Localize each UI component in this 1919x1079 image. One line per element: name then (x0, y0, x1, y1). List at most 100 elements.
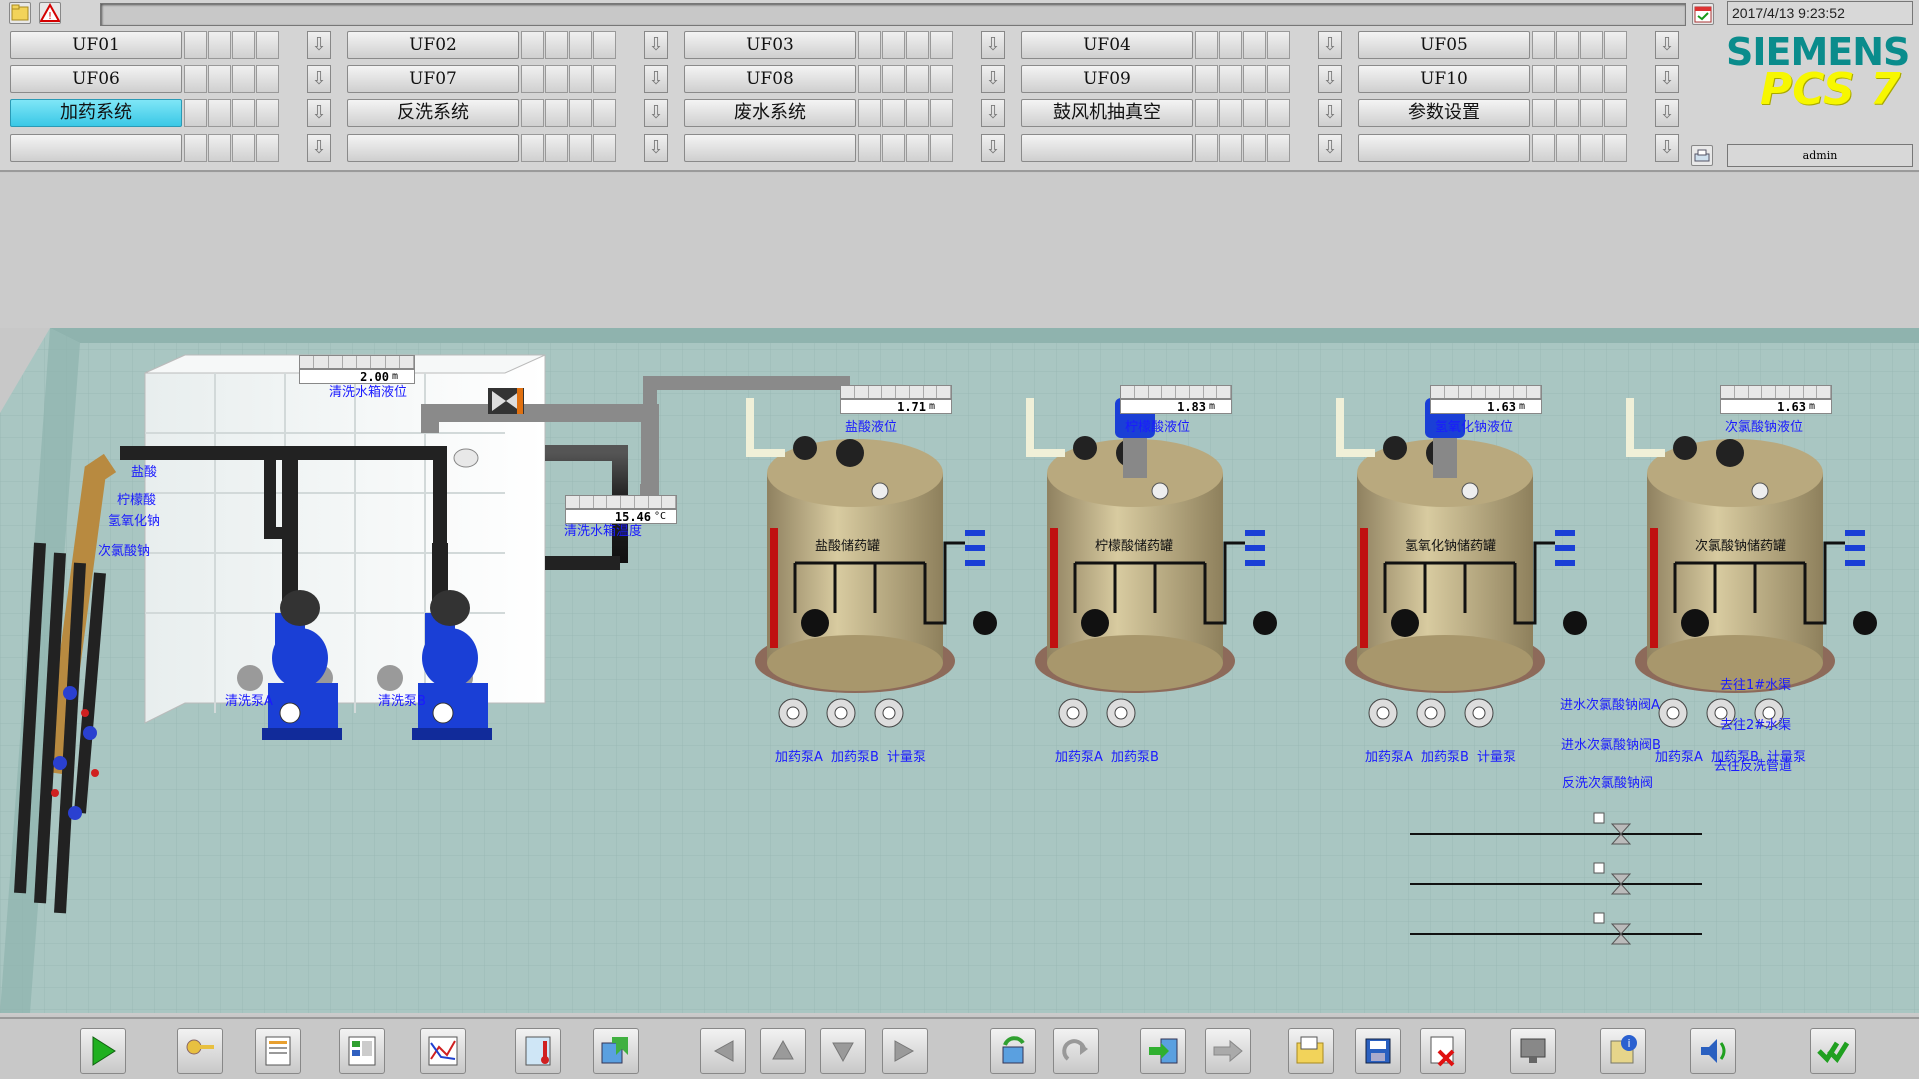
dosing-pump-label[interactable]: 加药泵B (1421, 746, 1469, 765)
alarm-line[interactable] (100, 3, 1686, 26)
monitor-button[interactable] (1510, 1028, 1556, 1074)
delete-icon (1430, 1036, 1455, 1067)
down-arrow-icon[interactable]: ⇩ (981, 31, 1005, 59)
down-arrow-icon[interactable]: ⇩ (981, 65, 1005, 93)
nav-button-参数设置[interactable]: 参数设置 (1358, 99, 1530, 127)
down-arrow-icon[interactable]: ⇩ (1318, 65, 1342, 93)
down-arrow-icon[interactable]: ⇩ (644, 99, 668, 127)
dosing-pump-label[interactable]: 加药泵A (1055, 746, 1103, 765)
down-arrow-icon[interactable]: ⇩ (981, 134, 1005, 162)
alarm-sound-button[interactable] (1690, 1028, 1736, 1074)
nav-button-UF10[interactable]: UF10 (1358, 65, 1530, 93)
nav-button-UF01[interactable]: UF01 (10, 31, 182, 59)
key-button[interactable] (177, 1028, 223, 1074)
login-button[interactable] (1140, 1028, 1186, 1074)
nav-status-slot (256, 99, 279, 127)
nav-button-加药系统[interactable]: 加药系统 (10, 99, 182, 127)
datetime-display: 2017/4/13 9:23:52 (1727, 1, 1913, 25)
nav-button-empty-3-4[interactable] (1358, 134, 1530, 162)
up-arrow-button[interactable] (760, 1028, 806, 1074)
nav-status-slot (569, 31, 592, 59)
nav-status-slot (882, 99, 905, 127)
open-folder-button[interactable] (1288, 1028, 1334, 1074)
nav-status-slot (1580, 99, 1603, 127)
left-arrow-icon (713, 1040, 734, 1062)
valve-label[interactable]: 进水次氯酸钠阀A (1560, 694, 1660, 713)
tank-level-readout[interactable]: 1.63 m (1720, 385, 1832, 415)
export-button[interactable] (593, 1028, 639, 1074)
down-arrow-icon[interactable]: ⇩ (1655, 65, 1679, 93)
report-button[interactable] (255, 1028, 301, 1074)
right-arrow-button[interactable] (882, 1028, 928, 1074)
nav-status-slot (593, 65, 616, 93)
info-button[interactable]: i (1600, 1028, 1646, 1074)
tank-level-readout[interactable]: 1.83 m (1120, 385, 1232, 415)
folder-icon[interactable] (9, 2, 31, 24)
down-arrow-icon[interactable]: ⇩ (307, 99, 331, 127)
down-arrow-icon[interactable]: ⇩ (1655, 31, 1679, 59)
dosing-pump-label[interactable]: 加药泵A (1655, 746, 1703, 765)
thermometer-button[interactable] (515, 1028, 561, 1074)
down-arrow-icon[interactable]: ⇩ (981, 99, 1005, 127)
nav-button-empty-3-0[interactable] (10, 134, 182, 162)
left-arrow-button[interactable] (700, 1028, 746, 1074)
run-button[interactable] (80, 1028, 126, 1074)
nav-button-UF03[interactable]: UF03 (684, 31, 856, 59)
nav-button-UF04[interactable]: UF04 (1021, 31, 1193, 59)
trend-button[interactable] (420, 1028, 466, 1074)
refresh-button[interactable] (990, 1028, 1036, 1074)
nav-button-UF09[interactable]: UF09 (1021, 65, 1193, 93)
cleaning-pump-a-label[interactable]: 清洗泵A (225, 690, 273, 709)
calendar-check-icon[interactable] (1692, 3, 1714, 25)
dosing-pump-label[interactable]: 加药泵A (775, 746, 823, 765)
cleaning-pump-b-label[interactable]: 清洗泵B (378, 690, 426, 709)
acknowledge-button[interactable] (1810, 1028, 1856, 1074)
nav-status-slot (593, 99, 616, 127)
valve-label[interactable]: 反洗次氯酸钠阀 (1562, 772, 1653, 791)
alarm-warning-icon[interactable]: ! (39, 2, 61, 24)
nav-button-UF05[interactable]: UF05 (1358, 31, 1530, 59)
nav-button-empty-3-3[interactable] (1021, 134, 1193, 162)
down-arrow-icon[interactable]: ⇩ (1318, 134, 1342, 162)
nav-button-废水系统[interactable]: 废水系统 (684, 99, 856, 127)
tank-level-readout[interactable]: 1.63 m (1430, 385, 1542, 415)
nav-button-UF02[interactable]: UF02 (347, 31, 519, 59)
chem-line-label: 次氯酸钠 (98, 544, 151, 559)
nav-button-UF08[interactable]: UF08 (684, 65, 856, 93)
nav-status-slot (1219, 65, 1242, 93)
valve-label[interactable]: 进水次氯酸钠阀B (1561, 734, 1661, 753)
tank-level-readout[interactable]: 1.71 m (840, 385, 952, 415)
dosing-pump-label[interactable]: 加药泵A (1365, 746, 1413, 765)
dosing-pump-label[interactable]: 加药泵B (1111, 746, 1159, 765)
save-button[interactable] (1355, 1028, 1401, 1074)
dosing-pump-label[interactable]: 计量泵 (887, 746, 926, 765)
nav-button-鼓风机抽真空[interactable]: 鼓风机抽真空 (1021, 99, 1193, 127)
down-arrow-button[interactable] (820, 1028, 866, 1074)
nav-button-empty-3-2[interactable] (684, 134, 856, 162)
down-arrow-icon[interactable]: ⇩ (307, 31, 331, 59)
delete-button[interactable] (1420, 1028, 1466, 1074)
down-arrow-icon[interactable]: ⇩ (307, 65, 331, 93)
down-arrow-icon[interactable]: ⇩ (1318, 31, 1342, 59)
nav-button-empty-3-1[interactable] (347, 134, 519, 162)
nav-button-UF07[interactable]: UF07 (347, 65, 519, 93)
redo-button[interactable] (1053, 1028, 1099, 1074)
nav-status-slot (256, 134, 279, 162)
nav-button-UF06[interactable]: UF06 (10, 65, 182, 93)
nav-button-反洗系统[interactable]: 反洗系统 (347, 99, 519, 127)
down-arrow-icon[interactable]: ⇩ (644, 31, 668, 59)
down-arrow-icon[interactable]: ⇩ (1655, 134, 1679, 162)
tank-level-label: 次氯酸钠液位 (1725, 420, 1804, 435)
tank-name-label: 氢氧化钠储药罐 (1405, 539, 1497, 554)
dosing-pump-label[interactable]: 加药泵B (831, 746, 879, 765)
down-arrow-icon[interactable]: ⇩ (307, 134, 331, 162)
dosing-pump-label[interactable]: 计量泵 (1477, 746, 1516, 765)
down-arrow-icon[interactable]: ⇩ (644, 134, 668, 162)
user-field[interactable]: admin (1727, 144, 1913, 167)
down-arrow-icon[interactable]: ⇩ (1318, 99, 1342, 127)
down-arrow-icon[interactable]: ⇩ (1655, 99, 1679, 127)
overview-button[interactable] (339, 1028, 385, 1074)
forward-button[interactable] (1205, 1028, 1251, 1074)
down-arrow-icon[interactable]: ⇩ (644, 65, 668, 93)
printer-icon[interactable] (1691, 145, 1713, 166)
